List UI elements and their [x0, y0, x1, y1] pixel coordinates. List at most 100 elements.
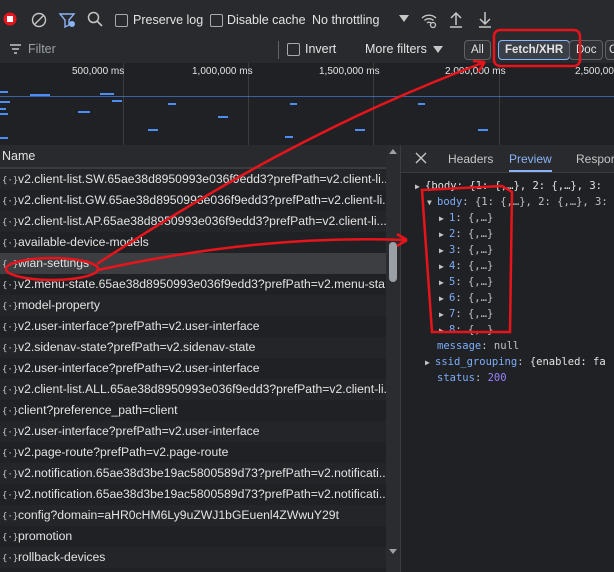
request-row[interactable]: {·}v2.client-list.SW.65ae38d8950993e036f…	[0, 169, 386, 190]
timeline-tick-label: 1,500,000 ms	[319, 66, 380, 77]
filter-chip-doc[interactable]: Doc	[569, 40, 604, 60]
clear-icon[interactable]	[31, 12, 47, 28]
request-row[interactable]: {·}rollback-devices	[0, 547, 386, 568]
json-icon: {·}	[2, 386, 19, 396]
timeline-bar	[355, 129, 365, 131]
filter-chip-css[interactable]: C	[605, 40, 614, 60]
timeline-bar	[30, 94, 50, 96]
tab-preview[interactable]: Preview	[509, 145, 552, 172]
request-row[interactable]: {·}v2.page-route?prefPath=v2.page-route	[0, 442, 386, 463]
request-name: available-device-models	[18, 235, 149, 249]
request-row[interactable]: {·}v2.user-interface?prefPath=v2.user-in…	[0, 316, 386, 337]
close-icon[interactable]	[415, 152, 427, 164]
request-row[interactable]: {·}wlan-settings	[0, 253, 386, 274]
timeline-tick-label: 1,000,000 ms	[192, 66, 253, 77]
chevron-down-icon[interactable]	[398, 14, 410, 24]
json-entry-value: {,…}	[467, 324, 494, 336]
expand-triangle-icon[interactable]: ▶	[439, 211, 449, 227]
request-list-scrollbar[interactable]	[386, 145, 401, 572]
json-entry-line[interactable]: ▶ 8: {,…}	[439, 322, 493, 338]
invert-checkbox[interactable]	[287, 43, 300, 56]
expand-triangle-icon[interactable]: ▶	[439, 243, 449, 259]
json-icon: {·}	[2, 449, 19, 459]
timeline-bar	[148, 129, 158, 131]
filter-chip-fetch-xhr[interactable]: Fetch/XHR	[498, 40, 571, 60]
request-name: v2.user-interface?prefPath=v2.user-inter…	[18, 361, 260, 375]
upload-icon[interactable]	[448, 10, 464, 28]
request-row[interactable]: {·}v2.menu-state.65ae38d8950993e036f9edd…	[0, 274, 386, 295]
expand-triangle-icon[interactable]: ▶	[439, 307, 449, 323]
timeline-bar	[78, 111, 90, 113]
json-icon: {·}	[2, 260, 19, 270]
expand-triangle-icon[interactable]: ▶	[439, 259, 449, 275]
json-entry-line[interactable]: ▶ 5: {,…}	[439, 274, 493, 290]
filter-input[interactable]: Filter	[28, 42, 56, 56]
json-entry-line[interactable]: ▶ 4: {,…}	[439, 258, 493, 274]
json-entry-line[interactable]: ▶ 6: {,…}	[439, 290, 493, 306]
filter-settings-icon[interactable]	[58, 11, 76, 29]
record-stop-icon[interactable]	[3, 12, 17, 26]
name-column-header[interactable]: Name	[2, 149, 35, 163]
throttling-select[interactable]: No throttling	[312, 13, 379, 27]
more-filters-button[interactable]: More filters	[365, 42, 427, 56]
filter-icon	[9, 43, 22, 55]
request-row[interactable]: {·}v2.user-interface?prefPath=v2.user-in…	[0, 358, 386, 379]
json-entry-value: {,…}	[467, 244, 494, 256]
json-root-line[interactable]: ▶ {body: {1: {,…}, 2: {,…}, 3:	[415, 178, 602, 194]
timeline-bar	[290, 103, 297, 105]
json-icon: {·}	[2, 470, 19, 480]
tab-response[interactable]: Respor	[576, 145, 614, 172]
json-entry-line[interactable]: ▶ 2: {,…}	[439, 226, 493, 242]
json-body-line[interactable]: ▼ body: {1: {,…}, 2: {,…}, 3:	[427, 194, 608, 210]
expand-triangle-icon[interactable]: ▶	[415, 179, 425, 195]
json-entry-line[interactable]: ▶ 3: {,…}	[439, 242, 493, 258]
scroll-down-icon[interactable]	[389, 549, 397, 555]
tab-headers[interactable]: Headers	[448, 145, 493, 172]
detail-tabs: Headers Preview Respor	[401, 145, 614, 173]
request-row[interactable]: {·}promotion	[0, 526, 386, 547]
request-name: rollback-devices	[18, 550, 106, 564]
request-row[interactable]: {·}v2.notification.65ae38d3be19ac5800589…	[0, 463, 386, 484]
json-entry-line[interactable]: ▶ 7: {,…}	[439, 306, 493, 322]
scroll-up-icon[interactable]	[389, 148, 397, 154]
request-row[interactable]: {·}model-property	[0, 295, 386, 316]
request-row[interactable]: {·}v2.client-list.ALL.65ae38d8950993e036…	[0, 379, 386, 400]
request-row[interactable]: {·}config?domain=aHR0cHM6Ly9uZWJ1bGEuenl…	[0, 505, 386, 526]
expand-triangle-icon[interactable]: ▶	[439, 275, 449, 291]
request-row[interactable]: {·}available-device-models	[0, 232, 386, 253]
wifi-settings-icon[interactable]	[420, 11, 438, 29]
preserve-log-label: Preserve log	[133, 13, 204, 27]
expand-triangle-icon[interactable]: ▶	[439, 291, 449, 307]
search-icon[interactable]	[87, 11, 103, 27]
expand-triangle-icon[interactable]: ▶	[425, 355, 435, 371]
request-row[interactable]: {·}v2.sidenav-state?prefPath=v2.sidenav-…	[0, 337, 386, 358]
request-list-header[interactable]: Name	[0, 145, 400, 168]
json-status-line: status: 200	[437, 372, 507, 384]
request-row[interactable]: {·}v2.client-list.AP.65ae38d8950993e036f…	[0, 211, 386, 232]
json-entry-value: {,…}	[467, 308, 494, 320]
timeline-overview[interactable]: 500,000 ms 1,000,000 ms 1,500,000 ms 2,0…	[0, 63, 614, 146]
expand-triangle-icon[interactable]: ▼	[427, 195, 437, 211]
scrollbar-thumb[interactable]	[389, 242, 397, 282]
preserve-log-checkbox[interactable]	[115, 14, 128, 27]
expand-triangle-icon[interactable]: ▶	[439, 227, 449, 243]
request-row[interactable]: {·}v2.client-list.GW.65ae38d8950993e036f…	[0, 190, 386, 211]
request-list: {·}v2.client-list.SW.65ae38d8950993e036f…	[0, 167, 386, 572]
request-row[interactable]: {·}v2.notification.65ae38d3be19ac5800589…	[0, 484, 386, 505]
timeline-bar	[0, 101, 10, 103]
request-name: promotion	[18, 529, 73, 543]
timeline-bar	[0, 137, 8, 139]
json-entry-line[interactable]: ▶ 1: {,…}	[439, 210, 493, 226]
disable-cache-checkbox[interactable]	[210, 14, 223, 27]
chevron-down-icon[interactable]	[432, 45, 444, 55]
request-row[interactable]: {·}v2.user-interface?prefPath=v2.user-in…	[0, 421, 386, 442]
timeline-bar	[0, 113, 8, 115]
download-icon[interactable]	[477, 10, 493, 28]
request-row[interactable]: {·}client?preference_path=client	[0, 400, 386, 421]
json-icon: {·}	[2, 365, 19, 375]
request-name: v2.client-list.ALL.65ae38d8950993e036f9e…	[18, 382, 386, 396]
request-name: v2.sidenav-state?prefPath=v2.sidenav-sta…	[18, 340, 256, 354]
json-ssid-grouping-line[interactable]: ▶ ssid_grouping: {enabled: fa	[425, 354, 606, 370]
expand-triangle-icon[interactable]: ▶	[439, 323, 449, 339]
filter-chip-all[interactable]: All	[464, 40, 491, 60]
